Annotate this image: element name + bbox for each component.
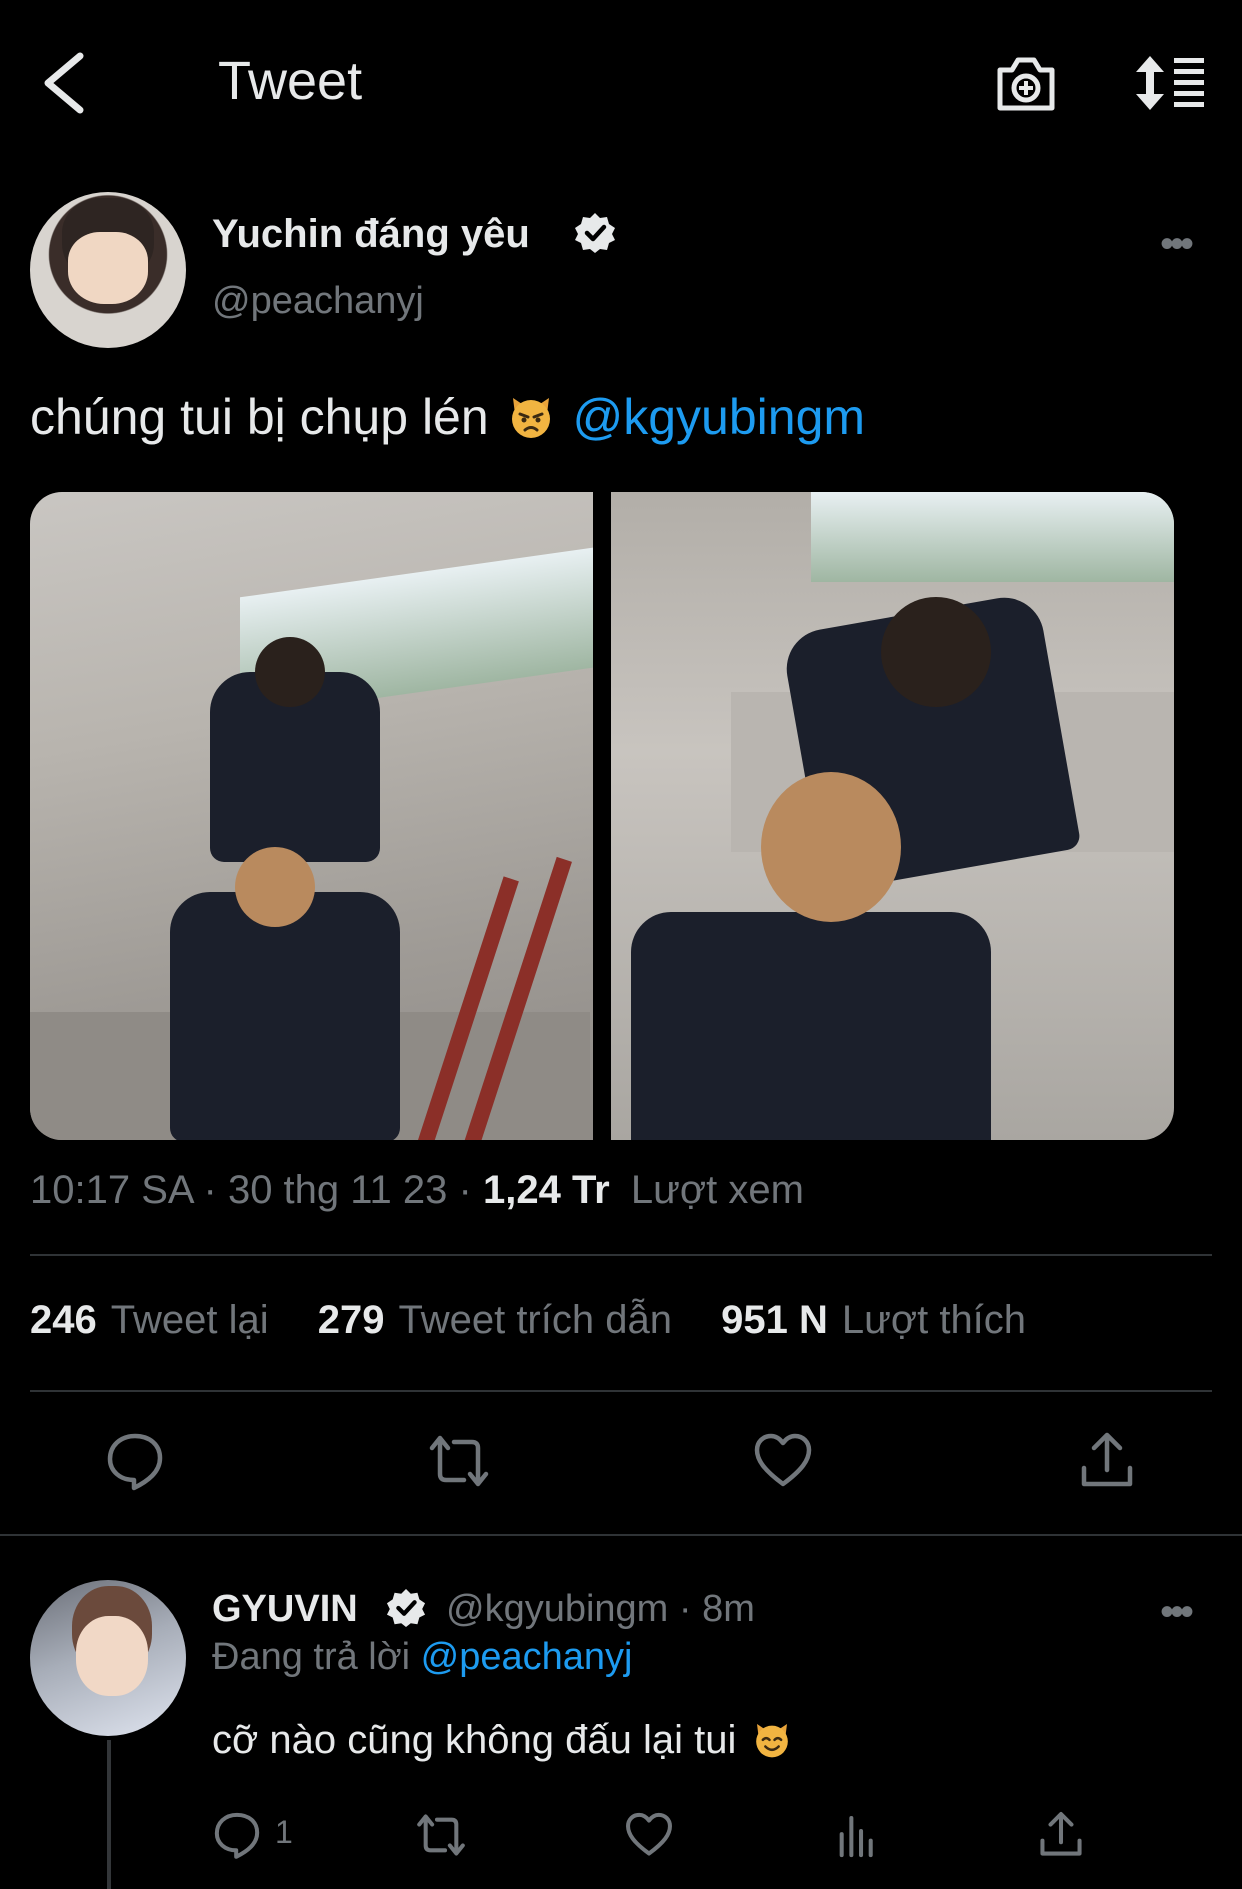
likes-count: 951 N (721, 1298, 828, 1342)
camera-plus-icon[interactable] (994, 54, 1058, 114)
reply-count: 1 (275, 1814, 293, 1850)
views-count: 1,24 Tr (482, 1168, 610, 1212)
meta-separator: · (678, 1588, 692, 1630)
retweets-count: 246 (30, 1298, 97, 1342)
author-avatar[interactable] (30, 192, 186, 348)
replying-to-mention[interactable]: @peachanyj (421, 1636, 633, 1678)
like-heart-icon[interactable] (752, 1430, 814, 1492)
replying-label: Đang trả lời (212, 1636, 411, 1678)
retweet-icon[interactable] (416, 1810, 466, 1860)
tweet-mention-link[interactable]: @kgyubingm (572, 389, 865, 445)
analytics-icon[interactable] (832, 1810, 882, 1860)
quotes-label: Tweet trích dẫn (398, 1298, 672, 1342)
photo-person-back-head (255, 637, 325, 707)
more-options-icon[interactable]: ••• (1160, 222, 1194, 267)
photo-person-front (631, 912, 991, 1140)
retweets-stat[interactable]: 246 Tweet lại (30, 1298, 269, 1342)
top-bar: Tweet (0, 0, 1242, 170)
tweet-media[interactable] (30, 492, 1174, 1140)
quotes-count: 279 (317, 1298, 385, 1342)
thread-line (107, 1740, 111, 1889)
like-heart-icon[interactable] (624, 1810, 674, 1860)
tweet-time: 10:17 SA (30, 1168, 193, 1212)
photo-window (811, 492, 1174, 582)
replying-to: Đang trả lời @peachanyj (212, 1636, 633, 1679)
reply-meta: @kgyubingm · 8m (446, 1588, 755, 1631)
reply-icon[interactable] (104, 1430, 166, 1492)
share-icon[interactable] (1036, 1810, 1086, 1860)
verified-badge-icon (574, 212, 616, 254)
tweet-photo-1[interactable] (30, 492, 593, 1140)
page-title: Tweet (218, 51, 363, 111)
photo-person-front-head (235, 847, 315, 927)
likes-label: Lượt thích (841, 1298, 1027, 1342)
reply-text: cỡ nào cũng không đấu lại tui (212, 1718, 796, 1763)
back-chevron-icon[interactable] (40, 52, 90, 114)
tweet-date: 30 thg 11 23 (227, 1168, 448, 1212)
author-name[interactable]: Yuchin đáng yêu (212, 212, 530, 257)
more-options-icon[interactable]: ••• (1160, 1590, 1194, 1635)
author-handle[interactable]: @peachanyj (212, 280, 424, 323)
verified-badge-icon (386, 1588, 426, 1628)
tweet-stats: 246 Tweet lại 279 Tweet trích dẫn 951 N Lượ… (30, 1298, 1064, 1343)
smiling-cat-with-horns-emoji-icon (752, 1719, 792, 1759)
retweets-label: Tweet lại (110, 1298, 269, 1342)
photo-person-front (170, 892, 400, 1140)
likes-stat[interactable]: 951 N Lượt thích (721, 1298, 1026, 1342)
reply-icon[interactable] (212, 1810, 262, 1860)
meta-separator: · (458, 1168, 472, 1212)
meta-separator: · (203, 1168, 217, 1212)
divider (30, 1390, 1212, 1392)
reply-author-handle[interactable]: @kgyubingm (446, 1588, 668, 1630)
divider (0, 1534, 1242, 1536)
views-label: Lượt xem (630, 1168, 804, 1212)
reply-time: 8m (702, 1588, 755, 1630)
reply-text-body: cỡ nào cũng không đấu lại tui (212, 1718, 737, 1762)
photo-person-back-head (881, 597, 991, 707)
share-icon[interactable] (1076, 1430, 1138, 1492)
retweet-icon[interactable] (428, 1430, 490, 1492)
reply-author-name[interactable]: GYUVIN (212, 1588, 358, 1631)
divider (30, 1254, 1212, 1256)
sort-icon[interactable] (1132, 54, 1208, 112)
quotes-stat[interactable]: 279 Tweet trích dẫn (318, 1298, 672, 1342)
tweet-text-body: chúng tui bị chụp lén (30, 389, 489, 445)
pouting-cat-emoji-icon (507, 392, 555, 440)
reply-author-avatar[interactable] (30, 1580, 186, 1736)
photo-person-front-head (761, 772, 901, 922)
tweet-text: chúng tui bị chụp lén @kgyubingm (30, 388, 865, 446)
tweet-photo-2[interactable] (611, 492, 1174, 1140)
tweet-meta: 10:17 SA · 30 thg 11 23 · 1,24 Tr Lượt x… (30, 1168, 804, 1213)
